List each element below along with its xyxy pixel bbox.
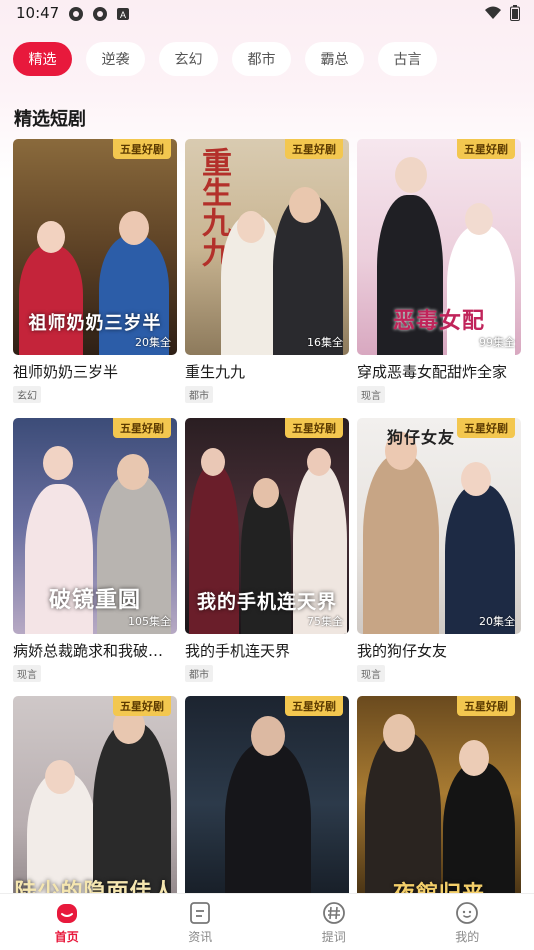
nav-home[interactable]: 首页: [0, 894, 134, 950]
drama-poster: 我的手机连天界 五星好剧 75集全: [185, 418, 349, 634]
drama-title: 祖师奶奶三岁半: [13, 363, 119, 381]
poster-title: 破镜重圆: [48, 587, 141, 613]
section-title: 精选短剧: [14, 109, 86, 130]
poster-title: 狗仔女友: [387, 428, 456, 447]
nav-label: 提词: [321, 930, 346, 944]
news-icon: [190, 902, 211, 924]
poster-title: 恶毒女配: [392, 308, 485, 334]
nav-label: 首页: [54, 930, 79, 944]
drama-card[interactable]: 狗仔女友 五星好剧 20集全 我的狗仔女友 现言: [357, 418, 521, 682]
genre-tag: 都市: [185, 665, 213, 682]
drama-card[interactable]: 陆少的隐面佳人 五星好剧: [13, 696, 177, 912]
nav-profile[interactable]: 我的: [401, 894, 534, 950]
settings-icon: [69, 7, 83, 21]
genre-tag: 现言: [13, 665, 41, 682]
status-bar: 10:47 A: [0, 0, 534, 30]
genre-tag: 玄幻: [13, 386, 41, 403]
drama-title: 我的手机连天界: [185, 642, 291, 660]
episode-count: 99集全: [479, 336, 515, 349]
episode-count: 105集全: [128, 615, 171, 628]
rating-badge: 五星好剧: [457, 696, 515, 716]
genre-tag: 都市: [185, 386, 213, 403]
drama-card[interactable]: 祖师奶奶三岁半 五星好剧 20集全 祖师奶奶三岁半 玄幻: [13, 139, 177, 403]
nav-prompter[interactable]: 提词: [267, 894, 401, 950]
profile-icon: [456, 902, 479, 924]
svg-text:A: A: [120, 10, 126, 20]
nav-label: 资讯: [188, 930, 213, 944]
rating-badge: 五星好剧: [113, 696, 171, 716]
tab-fantasy[interactable]: 玄幻: [159, 42, 218, 76]
nav-news[interactable]: 资讯: [134, 894, 268, 950]
episode-count: 20集全: [479, 615, 515, 628]
rating-badge: 五星好剧: [457, 139, 515, 159]
tab-ceo[interactable]: 霸总: [305, 42, 364, 76]
drama-title: 我的狗仔女友: [357, 642, 448, 660]
rating-badge: 五星好剧: [285, 139, 343, 159]
tab-featured[interactable]: 精选: [13, 42, 72, 76]
drama-poster: 五星好剧: [185, 696, 349, 912]
episode-count: 20集全: [135, 336, 171, 349]
drama-card[interactable]: 恶毒女配 五星好剧 99集全 穿成恶毒女配甜炸全家 现言: [357, 139, 521, 403]
drama-title: 病娇总裁跪求和我破…: [13, 642, 164, 660]
rating-badge: 五星好剧: [113, 139, 171, 159]
bottom-nav: 首页 资讯 提词 我的: [0, 893, 534, 950]
nav-label: 我的: [455, 930, 480, 944]
genre-tag: 现言: [357, 665, 385, 682]
drama-poster: 夜館归来 五星好剧: [357, 696, 521, 912]
drama-title: 重生九九: [185, 363, 246, 381]
font-icon: A: [117, 8, 129, 20]
drama-poster: 恶毒女配 五星好剧 99集全: [357, 139, 521, 355]
battery-icon: [510, 5, 520, 21]
episode-count: 16集全: [307, 336, 343, 349]
drama-card[interactable]: 重生九九 五星好剧 16集全 重生九九 都市: [185, 139, 349, 403]
drama-poster: 狗仔女友 五星好剧 20集全: [357, 418, 521, 634]
category-tabs: 精选 逆袭 玄幻 都市 霸总 古言: [13, 42, 437, 76]
hashtag-icon: [322, 902, 345, 924]
genre-tag: 现言: [357, 386, 385, 403]
drama-card[interactable]: 我的手机连天界 五星好剧 75集全 我的手机连天界 都市: [185, 418, 349, 682]
tab-ancient[interactable]: 古言: [378, 42, 437, 76]
drama-poster: 祖师奶奶三岁半 五星好剧 20集全: [13, 139, 177, 355]
tab-counterattack[interactable]: 逆袭: [86, 42, 145, 76]
home-icon: [56, 904, 77, 923]
settings-icon: [93, 7, 107, 21]
drama-card[interactable]: 夜館归来 五星好剧: [357, 696, 521, 912]
poster-title: 祖师奶奶三岁半: [28, 313, 162, 334]
drama-poster: 重生九九 五星好剧 16集全: [185, 139, 349, 355]
drama-poster: 陆少的隐面佳人 五星好剧: [13, 696, 177, 912]
rating-badge: 五星好剧: [285, 696, 343, 716]
episode-count: 75集全: [307, 615, 343, 628]
rating-badge: 五星好剧: [285, 418, 343, 438]
drama-title: 穿成恶毒女配甜炸全家: [357, 363, 508, 381]
drama-card[interactable]: 破镜重圆 五星好剧 105集全 病娇总裁跪求和我破… 现言: [13, 418, 177, 682]
status-time: 10:47: [16, 4, 60, 22]
wifi-icon: [485, 6, 501, 19]
drama-poster: 破镜重圆 五星好剧 105集全: [13, 418, 177, 634]
rating-badge: 五星好剧: [113, 418, 171, 438]
rating-badge: 五星好剧: [457, 418, 515, 438]
poster-title: 我的手机连天界: [196, 591, 337, 613]
drama-card[interactable]: 五星好剧: [185, 696, 349, 912]
tab-urban[interactable]: 都市: [232, 42, 291, 76]
